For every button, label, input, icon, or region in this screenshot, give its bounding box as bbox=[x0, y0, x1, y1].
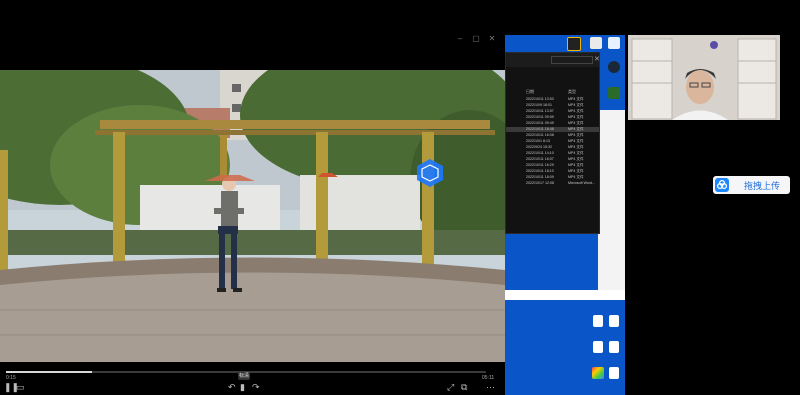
file-date: 2022/10/11 14:10 bbox=[526, 151, 554, 155]
file-type: MP4 文件 bbox=[568, 151, 584, 155]
subtitle-icon[interactable]: ▭ bbox=[16, 382, 25, 392]
file-date: 2022/10/11 16:08 bbox=[526, 133, 554, 137]
file-row[interactable]: 2022/10/11 09:59 MP4 文件 bbox=[506, 115, 599, 120]
desktop-app-icon[interactable] bbox=[605, 87, 623, 99]
minimize-icon[interactable]: – bbox=[456, 35, 464, 43]
file-row[interactable]: 2022/10/11 16:08 MP4 文件 bbox=[506, 133, 599, 138]
file-date: 2022/10/11 16:07 bbox=[526, 157, 554, 161]
file-type: Microsoft Word... bbox=[568, 181, 596, 185]
explorer-header: ✕ bbox=[506, 53, 600, 67]
file-row[interactable]: 2022/10/11 16:07 MP4 文件 bbox=[506, 157, 599, 162]
desktop-file-icon[interactable] bbox=[605, 341, 623, 353]
close-icon[interactable]: ✕ bbox=[488, 35, 496, 43]
file-type: MP4 文件 bbox=[568, 175, 584, 179]
file-date: 2022/10/11 13:53 bbox=[526, 97, 554, 101]
file-type: MP4 文件 bbox=[568, 145, 584, 149]
file-row[interactable]: 2022/10/11 13:57 MP4 文件 bbox=[506, 109, 599, 114]
file-type: MP4 文件 bbox=[568, 121, 584, 125]
file-date: 2022/10/9 18:01 bbox=[526, 103, 552, 107]
video-frame[interactable] bbox=[0, 70, 505, 362]
file-type: MP4 文件 bbox=[568, 97, 584, 101]
file-date: 2022/10/17 12:08 bbox=[526, 181, 554, 185]
file-date: 2022/10/11 09:59 bbox=[526, 115, 554, 119]
file-row[interactable]: 2022/10/11 13:53 MP4 文件 bbox=[506, 97, 599, 102]
file-type: MP4 文件 bbox=[568, 103, 584, 107]
file-row[interactable]: 2022/10/11 18:10 MP4 文件 bbox=[506, 169, 599, 174]
desktop-app-icon[interactable] bbox=[605, 37, 623, 49]
file-type: MP4 文件 bbox=[568, 163, 584, 167]
file-row[interactable]: 2022/9/24 15:32 MP4 文件 bbox=[506, 145, 599, 150]
file-type: MP4 文件 bbox=[568, 115, 584, 119]
steam-icon[interactable] bbox=[605, 61, 623, 73]
file-type: MP4 文件 bbox=[568, 109, 584, 113]
fullscreen-icon[interactable]: ⤢ bbox=[447, 382, 454, 392]
quality-button[interactable]: 标清 bbox=[238, 372, 250, 380]
time-total: 05:11 bbox=[482, 375, 495, 381]
file-row[interactable]: 2022/10/1 8:13 MP4 文件 bbox=[506, 139, 599, 144]
time-elapsed: 0:15 bbox=[6, 375, 16, 381]
file-type: MP4 文件 bbox=[568, 139, 584, 143]
file-type: MP4 文件 bbox=[568, 169, 584, 173]
file-type: MP4 文件 bbox=[568, 157, 584, 161]
forward-icon[interactable]: ↷ bbox=[252, 382, 260, 392]
file-date: 2022/10/11 13:57 bbox=[526, 109, 554, 113]
upload-label: 拖拽上传 bbox=[744, 181, 781, 191]
volume-icon[interactable]: ▮ bbox=[240, 382, 245, 392]
file-date: 2022/10/11 18:48 bbox=[526, 127, 554, 131]
file-row[interactable]: 2022/10/11 09:49 MP4 文件 bbox=[506, 121, 599, 126]
file-type: MP4 文件 bbox=[568, 127, 584, 131]
file-row[interactable]: 2022/10/11 18:09 MP4 文件 bbox=[506, 175, 599, 180]
file-date: 2022/10/11 18:10 bbox=[526, 169, 554, 173]
file-date: 2022/10/11 16:29 bbox=[526, 163, 554, 167]
restore-icon[interactable]: ▢ bbox=[472, 35, 480, 43]
file-date: 2022/9/24 15:32 bbox=[526, 145, 552, 149]
webcam-view bbox=[628, 35, 780, 120]
more-icon[interactable]: ⋯ bbox=[486, 382, 495, 392]
file-explorer-window: ✕ 日期 类型 2022/10/11 13:53 MP4 文件 2022/10/9 … bbox=[505, 52, 600, 234]
back-icon[interactable]: ↶ bbox=[228, 382, 236, 392]
desktop-app-icon[interactable] bbox=[565, 37, 583, 51]
close-icon[interactable]: ✕ bbox=[594, 55, 600, 63]
file-type: MP4 文件 bbox=[568, 133, 584, 137]
file-row[interactable]: 2022/10/11 14:10 MP4 文件 bbox=[506, 151, 599, 156]
file-date: 2022/10/11 09:49 bbox=[526, 121, 554, 125]
file-row[interactable]: 2022/10/11 18:48 MP4 文件 bbox=[506, 127, 599, 132]
cloud-upload-icon bbox=[715, 178, 729, 192]
column-header-type[interactable]: 类型 bbox=[568, 89, 576, 95]
file-row[interactable]: 2022/10/11 16:29 MP4 文件 bbox=[506, 163, 599, 168]
desktop-file-icon[interactable] bbox=[605, 315, 623, 327]
document-window-edge bbox=[598, 110, 625, 300]
column-header-date[interactable]: 日期 bbox=[526, 89, 534, 95]
taskbar-strip bbox=[505, 290, 625, 300]
file-row[interactable]: 2022/10/9 18:01 MP4 文件 bbox=[506, 103, 599, 108]
file-date: 2022/10/11 18:09 bbox=[526, 175, 554, 179]
search-input[interactable] bbox=[551, 56, 593, 64]
player-controls: 0:15 05:11 ❚❚ ▭ 标清 ↶ ▮ ↷ ⤢ ⧉ ⋯ bbox=[0, 362, 505, 395]
desktop-file-icon[interactable] bbox=[605, 367, 623, 379]
file-date: 2022/10/1 8:13 bbox=[526, 139, 550, 143]
progress-fill bbox=[6, 371, 93, 373]
drag-upload-button[interactable]: 拖拽上传 bbox=[713, 176, 790, 194]
pip-icon[interactable]: ⧉ bbox=[461, 382, 467, 392]
desktop-app-icon[interactable] bbox=[587, 37, 605, 49]
file-row[interactable]: 2022/10/17 12:08 Microsoft Word... bbox=[506, 181, 599, 186]
player-top-bar: – ▢ ✕ bbox=[0, 32, 505, 48]
